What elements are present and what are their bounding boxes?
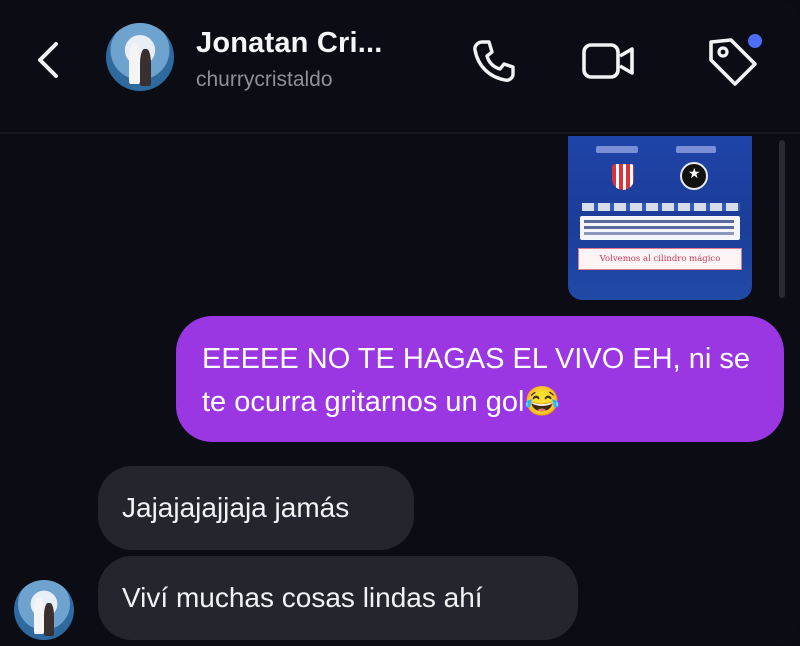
shared-post[interactable]: Volvemos al cilindro mágico (568, 136, 752, 300)
chat-screen: Jonatan Cri... churrycristaldo Volvemos … (0, 0, 800, 646)
header-divider (0, 132, 800, 134)
team-crest-right (680, 162, 708, 190)
team-label-left (596, 146, 638, 153)
contact-username[interactable]: churrycristaldo (196, 68, 333, 92)
sponsor-logos (582, 203, 740, 211)
post-text-block (580, 216, 740, 240)
post-caption: Volvemos al cilindro mágico (578, 248, 742, 270)
team-label-right (676, 146, 716, 153)
chat-header: Jonatan Cri... churrycristaldo (0, 0, 800, 132)
sender-avatar[interactable] (14, 580, 74, 640)
contact-name[interactable]: Jonatan Cri... (196, 27, 383, 60)
message-incoming[interactable]: Jajajajajjaja jamás (98, 466, 414, 550)
avatar[interactable] (106, 23, 174, 91)
video-camera-icon[interactable] (580, 37, 636, 85)
team-crest-left (612, 164, 634, 190)
notification-dot (748, 34, 762, 48)
message-incoming[interactable]: Viví muchas cosas lindas ahí (98, 556, 578, 640)
phone-icon[interactable] (470, 37, 518, 85)
scrollbar[interactable] (779, 140, 785, 298)
message-outgoing[interactable]: EEEEE NO TE HAGAS EL VIVO EH, ni se te o… (176, 316, 784, 442)
chevron-left-icon[interactable] (30, 38, 66, 82)
